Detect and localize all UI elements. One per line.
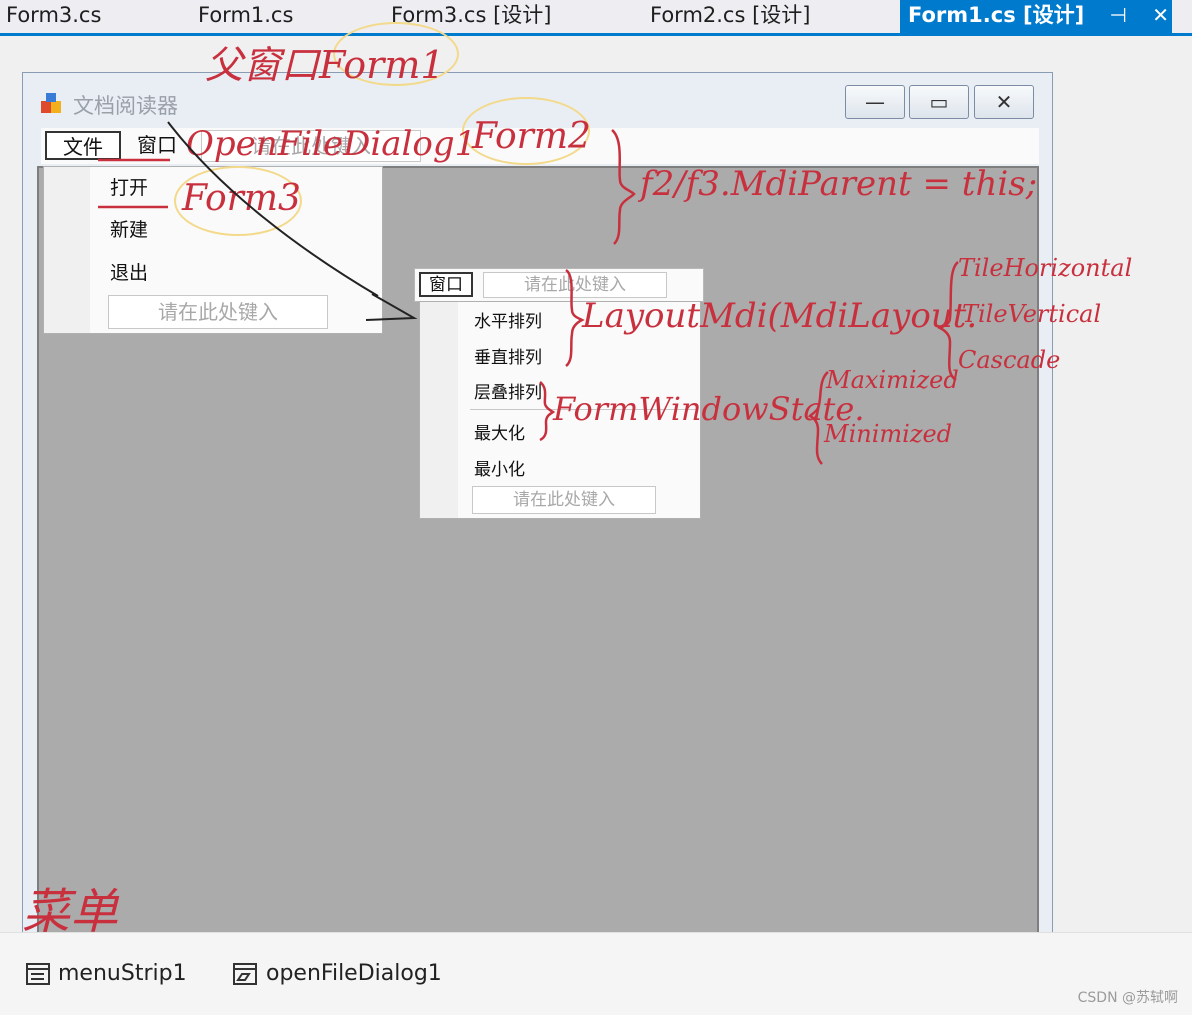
brace-stroke (565, 268, 585, 367)
annotation-strokes (98, 121, 959, 465)
brace-stroke (611, 129, 636, 245)
brace-stroke (937, 261, 959, 382)
brace-stroke (807, 371, 829, 465)
arrow-stroke (167, 121, 379, 297)
arrow-head (365, 293, 418, 321)
brace-stroke (539, 381, 556, 442)
